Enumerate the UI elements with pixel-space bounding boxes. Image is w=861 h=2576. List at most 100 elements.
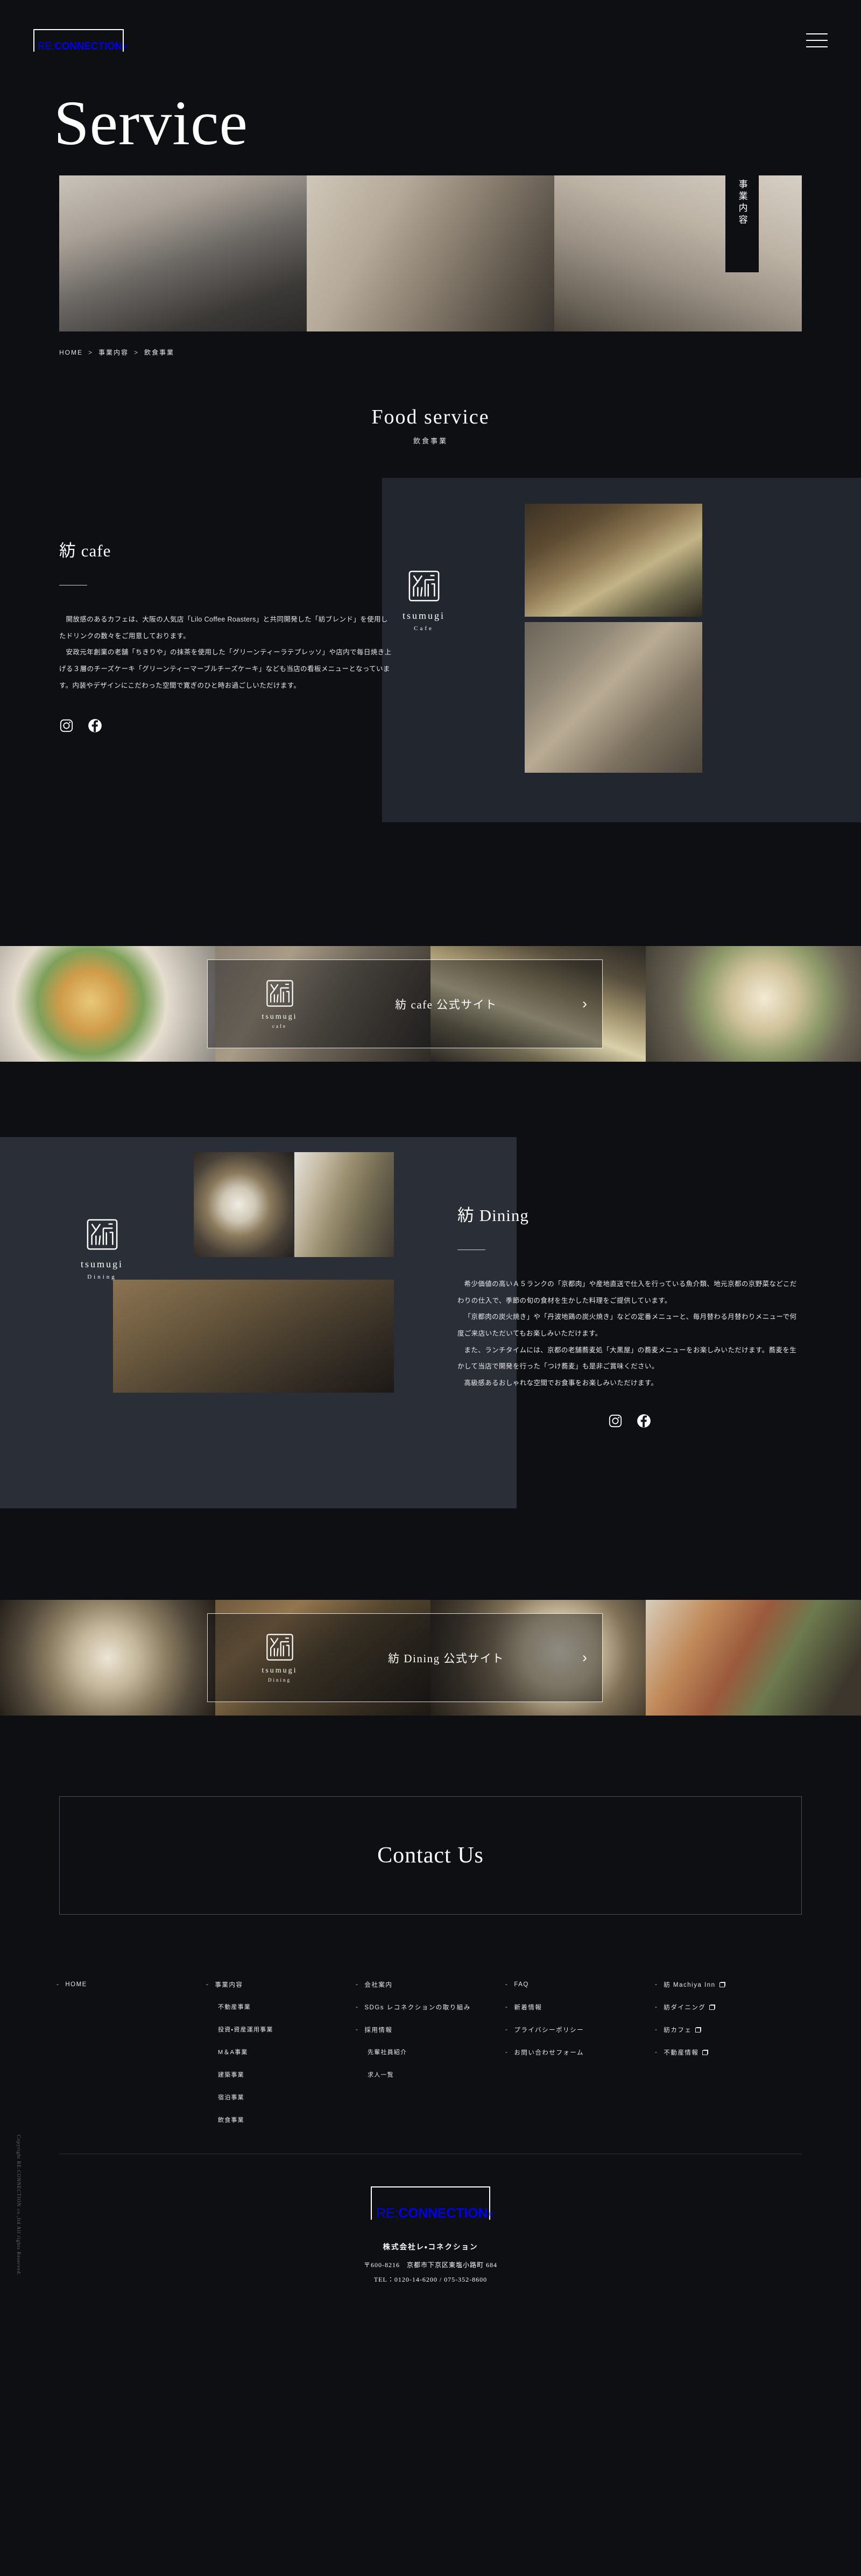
dining-paragraph-1: 希少価値の高いＡ５ランクの「京都肉」や産地直送で仕入を行っている魚介類、地元京都… bbox=[457, 1280, 797, 1304]
cafe-heading: 紡 cafe bbox=[59, 541, 111, 560]
dining-official-site-link[interactable]: tsumugi Dining 紡 Dining 公式サイト › bbox=[207, 1613, 603, 1702]
footer-link-label: 求人一覧 bbox=[368, 2072, 394, 2078]
footer-link-item: 建築事業 bbox=[206, 2070, 356, 2079]
footer-logo[interactable]: RE:CONNECTION ® bbox=[371, 2186, 495, 2221]
dining-section: tsumugi Dining 紡 Dining 希少価値の高いＡ５ランクの「京都… bbox=[0, 1137, 861, 1568]
footer-link-label: 会社案内 bbox=[364, 1982, 393, 1988]
footer-link-item: - 不動産情報 bbox=[655, 2047, 804, 2057]
dining-brand-name: tsumugi bbox=[81, 1259, 124, 1269]
footer-link-item: - プライバシーポリシー bbox=[505, 2024, 655, 2034]
footer-link-label: SDGs レコネクションの取り組み bbox=[364, 2005, 471, 2011]
footer-link[interactable]: - 会社案内 bbox=[356, 1980, 392, 1989]
logo-main: CONNECTION bbox=[54, 41, 122, 52]
logo-text: RE:CONNECTION ® bbox=[38, 41, 128, 53]
footer-link[interactable]: - FAQ bbox=[505, 1981, 529, 1988]
dining-social-links bbox=[457, 1414, 802, 1428]
footer-link[interactable]: - 不動産情報 bbox=[655, 2048, 709, 2057]
breadcrumb-item-home[interactable]: HOME bbox=[59, 349, 83, 356]
footer-logo-registered-icon: ® bbox=[489, 2210, 495, 2218]
footer-navigation: - HOME - 事業内容 不動産事業 投資・資産運用事業 M＆A事業 建築事業 宿泊事業 飲食… bbox=[0, 1979, 861, 2137]
site-logo[interactable]: RE:CONNECTION ® bbox=[33, 29, 128, 52]
hero-image-strip: 事業内容 bbox=[59, 175, 802, 331]
instagram-icon[interactable] bbox=[608, 1414, 623, 1428]
external-link-icon bbox=[702, 2050, 709, 2055]
hero-photo-coffee bbox=[59, 175, 307, 331]
footer-link[interactable]: - 事業内容 bbox=[206, 1980, 243, 1989]
footer-link[interactable]: - 新着情報 bbox=[505, 2003, 542, 2012]
footer-link[interactable]: - お問い合わせフォーム bbox=[505, 2048, 584, 2057]
cafe-section: 紡 cafe 開放感のあるカフェは、大阪の人気店「Lilo Coffee Roa… bbox=[0, 478, 861, 908]
hero-vertical-label-text: 事業内容 bbox=[737, 179, 747, 227]
footer-link[interactable]: 不動産事業 bbox=[218, 2002, 251, 2011]
tsumugi-mark-icon bbox=[407, 569, 441, 603]
footer-link-label: M＆A事業 bbox=[218, 2049, 248, 2056]
hamburger-icon[interactable] bbox=[806, 33, 828, 47]
footer-link-item: 宿泊事業 bbox=[206, 2092, 356, 2102]
contact-us-label: Contact Us bbox=[377, 1843, 484, 1868]
footer-link[interactable]: 宿泊事業 bbox=[218, 2093, 244, 2101]
dining-text-block: 紡 Dining 希少価値の高いＡ５ランクの「京都肉」や産地直送で仕入を行ってい… bbox=[457, 1137, 802, 1428]
footer-link-label: 建築事業 bbox=[218, 2072, 244, 2078]
logo-frame: RE:CONNECTION ® bbox=[33, 29, 128, 52]
footer-link-item: 飲食事業 bbox=[206, 2115, 356, 2125]
footer-link-label: 宿泊事業 bbox=[218, 2094, 244, 2101]
footer-link-label: 不動産情報 bbox=[664, 2050, 699, 2056]
hero-vertical-label: 事業内容 bbox=[725, 175, 759, 272]
hamburger-bar-1 bbox=[806, 33, 828, 34]
dining-media-block: tsumugi Dining bbox=[59, 1137, 457, 1428]
footer-link[interactable]: - SDGs レコネクションの取り組み bbox=[356, 2003, 471, 2012]
breadcrumb-item-services[interactable]: 事業内容 bbox=[98, 348, 129, 357]
cafe-photo-drink bbox=[525, 504, 702, 617]
footer-link[interactable]: - プライバシーポリシー bbox=[505, 2025, 584, 2034]
cafe-gallery-photo-parfait bbox=[646, 946, 861, 1062]
footer-link-dash: - bbox=[356, 2027, 359, 2033]
footer-link-item: -紡 Machiya Inn bbox=[655, 1979, 804, 1989]
tsumugi-mark-icon bbox=[265, 1633, 294, 1662]
footer-link-item: - 採用情報 bbox=[356, 2024, 505, 2034]
footer-column-4: - FAQ - 新着情報 - プライバシーポリシー - お問い合わせフォーム bbox=[505, 1979, 655, 2137]
dining-photo-plate bbox=[194, 1152, 293, 1257]
footer-link[interactable]: - 紡カフェ bbox=[655, 2025, 702, 2034]
footer-logo-frame: RE:CONNECTION ® bbox=[371, 2186, 495, 2221]
footer-link-label: プライバシーポリシー bbox=[514, 2027, 584, 2034]
cafe-official-site-link[interactable]: tsumugi cafe 紡 cafe 公式サイト › bbox=[207, 959, 603, 1048]
footer-link[interactable]: 建築事業 bbox=[218, 2070, 244, 2079]
contact-us-button[interactable]: Contact Us bbox=[59, 1796, 802, 1915]
tsumugi-mark-icon bbox=[265, 979, 294, 1008]
hamburger-bar-2 bbox=[806, 40, 828, 41]
footer-link-dash: - bbox=[356, 2004, 359, 2010]
footer-link-dash: - bbox=[505, 2049, 509, 2056]
footer-link[interactable]: - HOME bbox=[57, 1981, 87, 1988]
chevron-right-icon: › bbox=[582, 1649, 587, 1665]
facebook-icon[interactable] bbox=[637, 1414, 651, 1428]
hero-section: Service 事業内容 HOME > 事業内容 > 飲食事業 bbox=[0, 91, 861, 357]
footer-link-item: - 紡カフェ bbox=[655, 2024, 804, 2034]
facebook-icon[interactable] bbox=[88, 718, 102, 733]
footer-link-item: 不動産事業 bbox=[206, 2002, 356, 2012]
footer-link[interactable]: -紡 Machiya Inn bbox=[655, 1980, 725, 1989]
dining-paragraph-2: 「京都肉の炭火焼き」や「丹波地鶏の炭火焼き」などの定番メニューと、毎月替わる月替… bbox=[457, 1313, 797, 1337]
footer-link-dash: - bbox=[206, 1981, 209, 1988]
footer-link[interactable]: 飲食事業 bbox=[218, 2115, 244, 2124]
footer-link-dash: - bbox=[505, 2027, 509, 2033]
footer-link-label: 飲食事業 bbox=[218, 2117, 244, 2123]
footer-column-2: - 事業内容 不動産事業 投資・資産運用事業 M＆A事業 建築事業 宿泊事業 飲食事業 bbox=[206, 1979, 356, 2137]
footer-link-label: 事業内容 bbox=[215, 1982, 243, 1988]
footer-link[interactable]: - 紡ダイニング bbox=[655, 2003, 716, 2012]
dining-brand-sub: Dining bbox=[87, 1274, 117, 1280]
breadcrumb-item-current: 飲食事業 bbox=[144, 349, 175, 356]
footer-link[interactable]: 求人一覧 bbox=[368, 2070, 394, 2079]
footer-link-label: 紡ダイニング bbox=[664, 2005, 706, 2011]
cafe-text-block: 紡 cafe 開放感のあるカフェは、大阪の人気店「Lilo Coffee Roa… bbox=[59, 478, 393, 733]
footer-link[interactable]: 先輩社員紹介 bbox=[368, 2048, 407, 2056]
footer-link-dash: - bbox=[655, 2049, 658, 2056]
footer-link-item: - お問い合わせフォーム bbox=[505, 2047, 655, 2057]
footer-link-item: - SDGs レコネクションの取り組み bbox=[356, 2002, 505, 2012]
dining-photo-bento bbox=[294, 1152, 394, 1257]
instagram-icon[interactable] bbox=[59, 718, 74, 733]
dining-brand-lockup: tsumugi Dining bbox=[81, 1218, 123, 1280]
footer-link[interactable]: M＆A事業 bbox=[218, 2048, 248, 2056]
footer-link[interactable]: - 採用情報 bbox=[356, 2025, 392, 2034]
cafe-brand-lockup: tsumugi Cafe bbox=[403, 569, 445, 632]
footer-link[interactable]: 投資・資産運用事業 bbox=[218, 2025, 273, 2034]
